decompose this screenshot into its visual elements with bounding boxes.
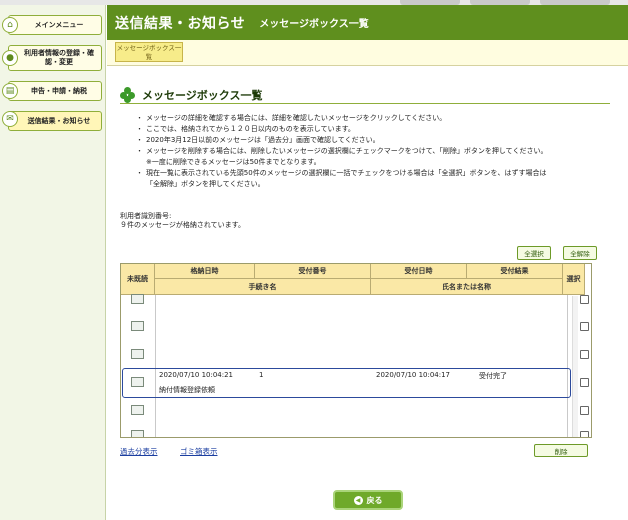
cell-receipt-datetime: 2020/07/10 10:04:17 (376, 371, 451, 379)
message-count: ９件のメッセージが格納されています。 (120, 221, 245, 229)
instruction-item: 2020年3月12日以前のメッセージは「過去分」画面で確認してください。 (136, 135, 616, 146)
header-procedure-name: 手続き名 (155, 279, 371, 295)
sidebar-item-label: メインメニュー (34, 20, 84, 29)
header-stored-datetime: 格納日時 (155, 264, 255, 279)
header-receipt-datetime: 受付日時 (371, 264, 467, 279)
header-select: 選択 (563, 264, 585, 295)
envelope-icon (131, 349, 144, 359)
table-scrollbar[interactable] (572, 296, 578, 437)
home-icon: ⌂ (2, 17, 18, 33)
cell-receipt-number: 1 (259, 371, 344, 379)
page-header: 送信結果・お知らせ メッセージボックス一覧 (107, 5, 628, 40)
sidebar-item-results[interactable]: 送信結果・お知らせ (8, 111, 102, 131)
row-checkbox[interactable] (580, 378, 589, 387)
breadcrumb[interactable]: メッセージボックス一覧 (115, 42, 183, 62)
cell-procedure-name: 納付情報登録依頼 (159, 386, 215, 394)
instruction-item: ここでは、格納されてから１２０日以内のものを表示しています。 (136, 124, 616, 135)
sidebar-item-label: 送信結果・お知らせ (27, 116, 91, 125)
trash-link[interactable]: ゴミ箱表示 (180, 446, 218, 457)
row-checkbox[interactable] (580, 406, 589, 415)
back-button[interactable]: ◀ 戻る (333, 490, 403, 510)
instruction-item: メッセージを削除する場合には、削除したいメッセージの選択欄にチェックマークをつけ… (136, 146, 616, 157)
sidebar: メインメニュー ⌂ 利用者情報の登録・確認・変更 ● 申告・申請・納税 ▤ 送信… (0, 5, 106, 520)
instructions-list: メッセージの詳細を確認する場合には、詳細を確認したいメッセージをクリックしてくだ… (136, 113, 616, 190)
instruction-item: ※一度に削除できるメッセージは50件までとなります。 (146, 158, 321, 166)
header-receipt-number: 受付番号 (255, 264, 371, 279)
page-subtitle: メッセージボックス一覧 (259, 19, 369, 30)
breadcrumb-bar: メッセージボックス一覧 (107, 40, 628, 66)
instruction-item: 「全解除」ボタンを押してください。 (146, 180, 265, 188)
section-heading: メッセージボックス一覧 (120, 87, 262, 103)
deselect-all-button[interactable]: 全解除 (563, 246, 597, 260)
user-info: 利用者識別番号: ９件のメッセージが格納されています。 (120, 212, 245, 230)
envelope-icon (131, 321, 144, 331)
row-checkbox[interactable] (580, 322, 589, 331)
past-messages-link[interactable]: 過去分表示 (120, 446, 158, 457)
envelope-icon (131, 430, 144, 437)
instruction-item: メッセージの詳細を確認する場合には、詳細を確認したいメッセージをクリックしてくだ… (136, 113, 616, 124)
table-header: 未既読 格納日時 受付番号 受付日時 受付結果 手続き名 氏名または名称 選択 (121, 264, 591, 295)
cell-stored-datetime: 2020/07/10 10:04:21 (159, 371, 234, 379)
header-receipt-result: 受付結果 (467, 264, 563, 279)
page-title: 送信結果・お知らせ (115, 15, 246, 32)
clover-icon (120, 87, 136, 103)
section-divider (120, 103, 610, 104)
document-icon: ▤ (2, 83, 18, 99)
envelope-icon (131, 377, 144, 387)
mail-icon: ✉ (2, 111, 18, 127)
section-title: メッセージボックス一覧 (142, 89, 263, 102)
envelope-icon (131, 405, 144, 415)
column-divider (567, 295, 568, 437)
envelope-icon (131, 294, 144, 304)
sidebar-item-user-info[interactable]: 利用者情報の登録・確認・変更 (8, 45, 102, 71)
user-id-label: 利用者識別番号: (120, 212, 172, 220)
column-divider (155, 295, 156, 437)
select-all-button[interactable]: 全選択 (517, 246, 551, 260)
back-button-label: 戻る (366, 495, 383, 505)
header-name: 氏名または名称 (371, 279, 563, 295)
back-arrow-icon: ◀ (353, 495, 363, 505)
instruction-item: 現在一覧に表示されている先頭50件のメッセージの選択欄に一括でチェックをつける場… (136, 168, 616, 179)
sidebar-item-label: 利用者情報の登録・確認・変更 (24, 49, 94, 66)
row-checkbox[interactable] (580, 350, 589, 359)
message-table: 未既読 格納日時 受付番号 受付日時 受付結果 手続き名 氏名または名称 選択 … (120, 263, 592, 438)
sidebar-item-label: 申告・申請・納税 (31, 86, 87, 95)
header-unread: 未既読 (121, 264, 155, 295)
delete-button[interactable]: 削除 (534, 444, 588, 457)
user-icon: ● (2, 50, 18, 66)
row-checkbox[interactable] (580, 295, 589, 304)
sidebar-item-filing[interactable]: 申告・申請・納税 (8, 81, 102, 101)
row-checkbox[interactable] (580, 431, 589, 437)
cell-receipt-result: 受付完了 (479, 372, 507, 380)
sidebar-item-main-menu[interactable]: メインメニュー (8, 15, 102, 35)
